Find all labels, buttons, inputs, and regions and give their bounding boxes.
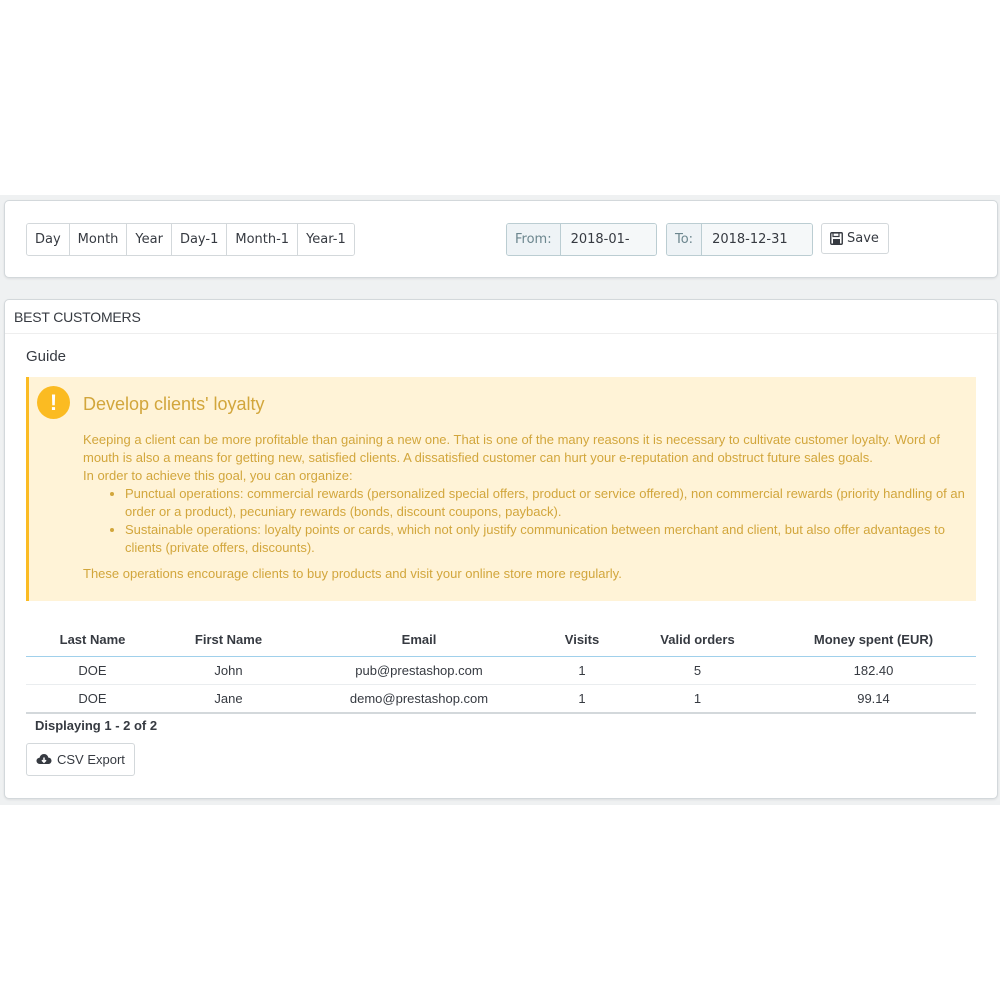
- csv-export-button[interactable]: CSV Export: [26, 743, 135, 776]
- from-date-group: From: 2018-01-01: [506, 223, 657, 256]
- customers-table: Last Name First Name Email Visits Valid …: [26, 622, 976, 714]
- column-header-valid-orders[interactable]: Valid orders: [624, 622, 771, 657]
- guide-bullet: Sustainable operations: loyalty points o…: [125, 521, 973, 557]
- csv-export-label: CSV Export: [57, 752, 125, 767]
- cell-valid-orders: 5: [624, 656, 771, 685]
- column-header-email[interactable]: Email: [298, 622, 540, 657]
- guide-alert-body: Keeping a client can be more profitable …: [83, 431, 973, 583]
- column-header-first-name[interactable]: First Name: [159, 622, 298, 657]
- cell-last-name: DOE: [26, 656, 159, 685]
- period-button-group: Day Month Year Day-1 Month-1 Year-1: [26, 223, 355, 256]
- cell-visits: 1: [540, 684, 624, 714]
- column-header-last-name[interactable]: Last Name: [26, 622, 159, 657]
- cell-money-spent: 99.14: [771, 684, 976, 714]
- period-day-minus-1-button[interactable]: Day-1: [171, 224, 228, 255]
- cell-valid-orders: 1: [624, 684, 771, 714]
- table-row[interactable]: DOE Jane demo@prestashop.com 1 1 99.14: [26, 684, 976, 714]
- period-month-minus-1-button[interactable]: Month-1: [227, 224, 299, 255]
- cell-first-name: Jane: [159, 684, 298, 714]
- cell-email: pub@prestashop.com: [298, 656, 540, 685]
- column-header-visits[interactable]: Visits: [540, 622, 624, 657]
- period-year-button[interactable]: Year: [127, 224, 172, 255]
- cell-first-name: John: [159, 656, 298, 685]
- guide-bullet: Punctual operations: commercial rewards …: [125, 485, 973, 521]
- guide-footer: These operations encourage clients to bu…: [83, 566, 622, 581]
- period-day-button[interactable]: Day: [27, 224, 70, 255]
- period-year-minus-1-button[interactable]: Year-1: [298, 224, 354, 255]
- best-customers-panel: BEST CUSTOMERS Guide ! Develop clients' …: [4, 299, 998, 799]
- guide-title: Guide: [26, 348, 67, 365]
- table-header-row: Last Name First Name Email Visits Valid …: [26, 622, 976, 657]
- save-label: Save: [847, 231, 879, 246]
- panel-heading: BEST CUSTOMERS: [5, 300, 997, 334]
- from-date-input[interactable]: 2018-01-01: [560, 224, 656, 255]
- floppy-disk-icon: [830, 232, 843, 245]
- guide-alert: ! Develop clients' loyalty Keeping a cli…: [26, 377, 976, 601]
- pagination-summary: Displaying 1 - 2 of 2: [35, 718, 158, 733]
- to-date-input[interactable]: 2018-12-31: [702, 224, 813, 255]
- table-row[interactable]: DOE John pub@prestashop.com 1 5 182.40: [26, 656, 976, 685]
- date-filter-panel: Day Month Year Day-1 Month-1 Year-1 From…: [4, 200, 998, 278]
- period-month-button[interactable]: Month: [69, 224, 128, 255]
- column-header-money-spent[interactable]: Money spent (EUR): [771, 622, 976, 657]
- cell-last-name: DOE: [26, 684, 159, 714]
- guide-intro: Keeping a client can be more profitable …: [83, 432, 941, 465]
- cell-email: demo@prestashop.com: [298, 684, 540, 714]
- guide-bullet-list: Punctual operations: commercial rewards …: [83, 485, 973, 557]
- cell-money-spent: 182.40: [771, 656, 976, 685]
- from-label: From:: [507, 224, 561, 255]
- save-button[interactable]: Save: [821, 223, 889, 254]
- to-date-group: To: 2018-12-31: [666, 223, 814, 256]
- guide-organize: In order to achieve this goal, you can o…: [83, 468, 353, 483]
- cloud-download-icon: [36, 753, 52, 766]
- exclamation-icon: !: [37, 386, 70, 419]
- to-label: To:: [667, 224, 703, 255]
- cell-visits: 1: [540, 656, 624, 685]
- guide-alert-title: Develop clients' loyalty: [83, 394, 265, 414]
